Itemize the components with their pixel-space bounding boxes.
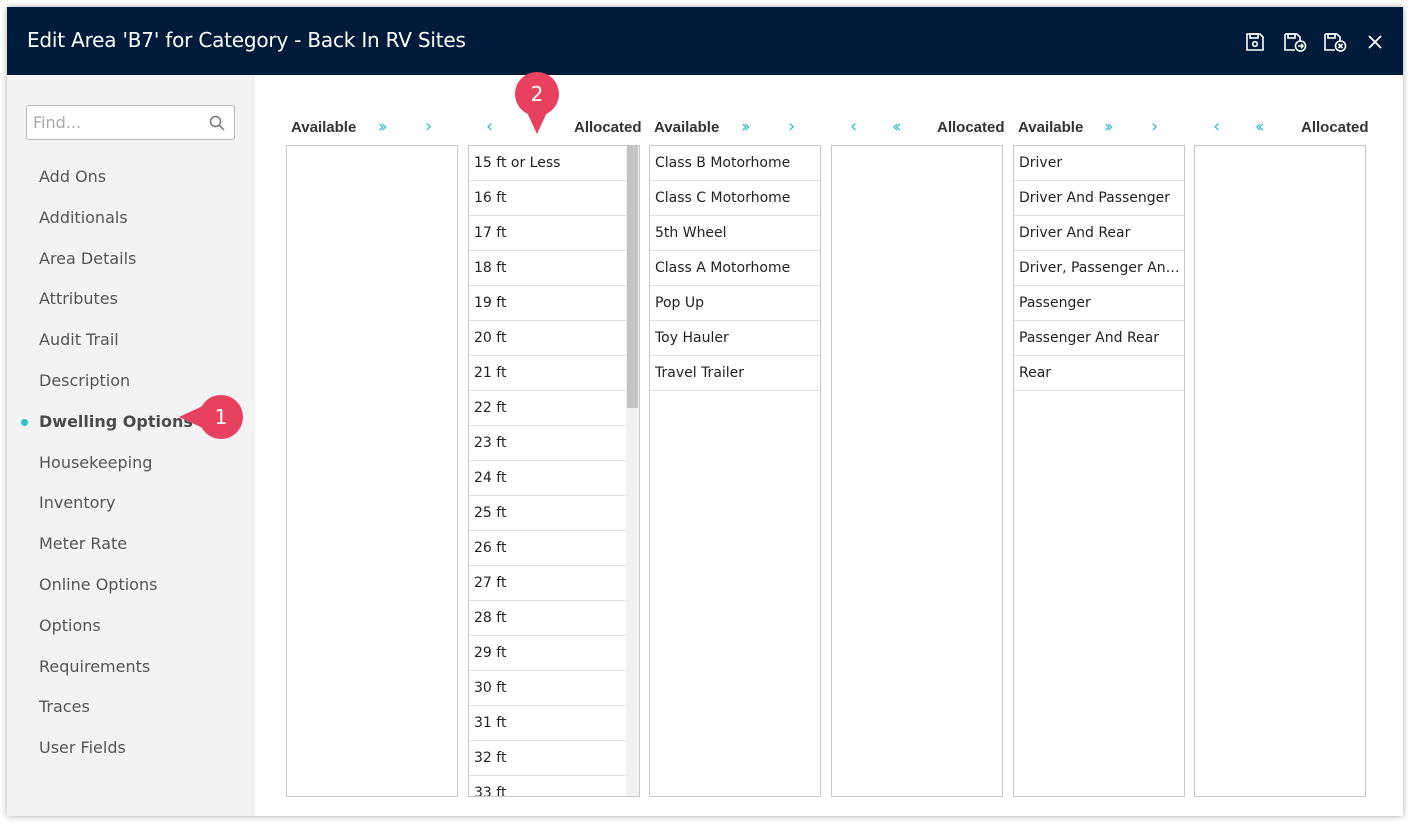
list-item[interactable]: 18 ft	[469, 251, 626, 286]
move-left-icon[interactable]: ‹	[1213, 118, 1220, 136]
sidebar-item-meter-rate[interactable]: Meter Rate	[7, 524, 255, 565]
search-icon[interactable]	[209, 115, 225, 131]
list-item[interactable]: 22 ft	[469, 391, 626, 426]
list-item[interactable]: 19 ft	[469, 286, 626, 321]
list-item[interactable]: Driver And Passenger	[1014, 181, 1184, 216]
group-2-available-list[interactable]: Class B Motorhome Class C Motorhome 5th Wh…	[649, 145, 821, 797]
group-3-available-list[interactable]: Driver Driver And Passenger Driver And Rea…	[1013, 145, 1185, 797]
available-label: Available	[291, 119, 357, 136]
list-item[interactable]: Toy Hauler	[650, 321, 820, 356]
active-indicator-dot	[21, 418, 28, 426]
move-all-right-icon[interactable]: ››	[741, 118, 750, 136]
group-1-allocated-list[interactable]: 15 ft or Less 16 ft 17 ft 18 ft 19 ft 20 ft 21…	[468, 145, 640, 797]
list-item[interactable]: 16 ft	[469, 181, 626, 216]
sidebar-item-housekeeping[interactable]: Housekeeping	[7, 443, 255, 484]
move-right-icon[interactable]: ›	[1151, 118, 1158, 136]
sidebar-item-attributes[interactable]: Attributes	[7, 279, 255, 320]
save-and-close-icon[interactable]	[1323, 31, 1347, 53]
sidebar-item-traces[interactable]: Traces	[7, 687, 255, 728]
scrollbar[interactable]	[626, 146, 639, 796]
group-1-header: Available ›› › ‹ Allocated	[286, 111, 642, 141]
move-all-left-icon[interactable]: ‹‹	[1255, 118, 1264, 136]
move-right-icon[interactable]: ›	[788, 118, 795, 136]
move-left-icon[interactable]: ‹	[850, 118, 857, 136]
list-item[interactable]: Class B Motorhome	[650, 146, 820, 181]
allocated-label: Allocated	[1301, 119, 1369, 136]
allocated-label: Allocated	[574, 119, 642, 136]
available-label: Available	[1018, 119, 1084, 136]
toolbar	[1243, 31, 1387, 53]
list-item[interactable]: 32 ft	[469, 741, 626, 776]
sidebar-item-online-options[interactable]: Online Options	[7, 565, 255, 606]
available-label: Available	[654, 119, 720, 136]
find-box	[26, 105, 235, 140]
sidebar-nav: Add Ons Additionals Area Details Attribu…	[7, 157, 255, 769]
list-item[interactable]: Rear	[1014, 356, 1184, 391]
sidebar-item-options[interactable]: Options	[7, 606, 255, 647]
list-item[interactable]: Driver	[1014, 146, 1184, 181]
list-item[interactable]: Passenger	[1014, 286, 1184, 321]
list-item[interactable]: Pop Up	[650, 286, 820, 321]
annotation-badge-2: 2	[515, 72, 559, 134]
move-all-right-icon[interactable]: ››	[1104, 118, 1113, 136]
list-item[interactable]: 31 ft	[469, 706, 626, 741]
list-item[interactable]: 15 ft or Less	[469, 146, 626, 181]
group-3-header: Available ›› › ‹ ‹‹ Allocated	[1013, 111, 1369, 141]
allocated-label: Allocated	[937, 119, 1005, 136]
list-item[interactable]: 33 ft	[469, 776, 626, 796]
list-item[interactable]: Travel Trailer	[650, 356, 820, 391]
list-item[interactable]: 17 ft	[469, 216, 626, 251]
list-item[interactable]: Passenger And Rear	[1014, 321, 1184, 356]
list-item[interactable]: 26 ft	[469, 531, 626, 566]
move-all-left-icon[interactable]: ‹‹	[892, 118, 901, 136]
find-input[interactable]	[27, 106, 207, 139]
list-item[interactable]: 28 ft	[469, 601, 626, 636]
sidebar-item-audit-trail[interactable]: Audit Trail	[7, 320, 255, 361]
group-1-available-list[interactable]	[286, 145, 458, 797]
group-2-allocated-list[interactable]	[831, 145, 1003, 797]
list-item[interactable]: Class A Motorhome	[650, 251, 820, 286]
move-all-right-icon[interactable]: ››	[378, 118, 387, 136]
group-2-header: Available ›› › ‹ ‹‹ Allocated	[649, 111, 1005, 141]
sidebar-item-user-fields[interactable]: User Fields	[7, 728, 255, 769]
sidebar-item-inventory[interactable]: Inventory	[7, 483, 255, 524]
sidebar-item-requirements[interactable]: Requirements	[7, 647, 255, 688]
close-icon[interactable]	[1363, 31, 1387, 53]
save-and-next-icon[interactable]	[1283, 31, 1307, 53]
list-item[interactable]: 25 ft	[469, 496, 626, 531]
dialog-title: Edit Area 'B7' for Category - Back In RV…	[27, 28, 466, 52]
list-item[interactable]: 29 ft	[469, 636, 626, 671]
list-item[interactable]: 24 ft	[469, 461, 626, 496]
annotation-badge-1: 1	[179, 395, 243, 439]
list-item[interactable]: 20 ft	[469, 321, 626, 356]
list-item[interactable]: 5th Wheel	[650, 216, 820, 251]
sidebar-item-additionals[interactable]: Additionals	[7, 198, 255, 239]
list-item[interactable]: 27 ft	[469, 566, 626, 601]
scrollbar-thumb[interactable]	[627, 146, 638, 408]
list-item[interactable]: 23 ft	[469, 426, 626, 461]
move-left-icon[interactable]: ‹	[486, 118, 493, 136]
title-bar: Edit Area 'B7' for Category - Back In RV…	[7, 7, 1403, 75]
list-item[interactable]: Class C Motorhome	[650, 181, 820, 216]
sidebar: Add Ons Additionals Area Details Attribu…	[7, 75, 255, 816]
list-item[interactable]: Driver, Passenger And Rear	[1014, 251, 1184, 286]
sidebar-item-add-ons[interactable]: Add Ons	[7, 157, 255, 198]
list-item[interactable]: 30 ft	[469, 671, 626, 706]
list-item[interactable]: 21 ft	[469, 356, 626, 391]
save-icon[interactable]	[1243, 31, 1267, 53]
group-3-allocated-list[interactable]	[1194, 145, 1366, 797]
sidebar-item-area-details[interactable]: Area Details	[7, 239, 255, 280]
move-right-icon[interactable]: ›	[425, 118, 432, 136]
list-item[interactable]: Driver And Rear	[1014, 216, 1184, 251]
